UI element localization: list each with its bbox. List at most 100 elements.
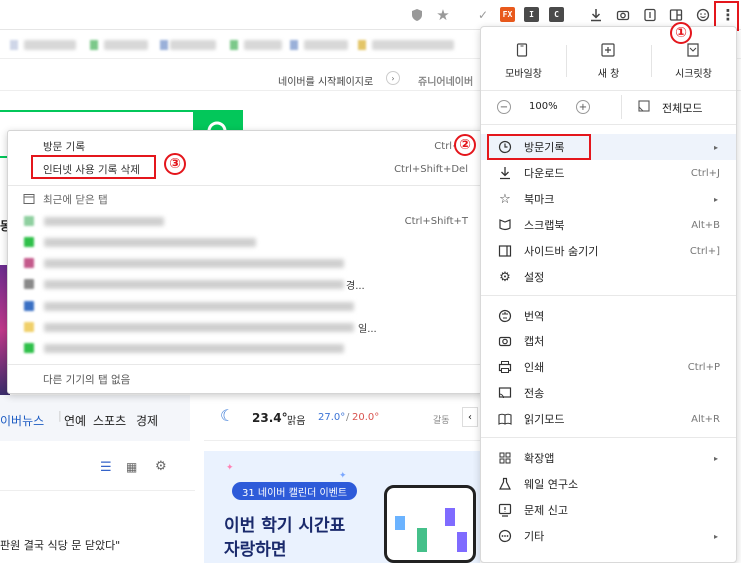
chevron-right-icon: ▸ [713,531,718,541]
i-extension-icon[interactable]: I [524,7,539,22]
menu-item-capture[interactable]: 캡처 [481,328,736,354]
annotation-marker-1: ① [670,22,692,44]
menu-divider [481,90,736,91]
list-view-icon[interactable]: ☰ [100,460,112,475]
no-other-device-label: 다른 기기의 탭 없음 [43,373,131,386]
calendar-promo-banner[interactable]: 31 네이버 캘린더 이벤트 이번 학기 시간표 자랑하면 ✦ ✦ [204,451,480,563]
extensions-label: 확장앱 [524,452,555,465]
download-icon [497,165,513,181]
report-issue-label: 문제 신고 [524,504,568,517]
menu-divider [481,295,736,296]
blurred-tab-title [44,322,354,332]
chevron-right-icon[interactable]: › [386,71,400,85]
flask-icon [497,476,513,492]
tab-entertainment[interactable]: 연예 [64,412,86,429]
junior-naver-link[interactable]: 쥬니어네이버 [418,73,473,88]
bookmark-item[interactable] [304,40,348,50]
bookmark-favicon[interactable] [90,40,98,50]
profile-icon[interactable] [694,6,712,24]
weather-high: 27.0° [318,412,346,423]
recent-tab-item[interactable] [8,337,482,359]
zoom-in-button[interactable]: + [576,100,590,114]
headline-text[interactable]: 판원 결국 식당 문 닫았다" [0,537,120,553]
recent-tab-item[interactable]: 일... [8,316,482,338]
bookmark-item[interactable] [170,40,216,50]
promo-line1: 이번 학기 시간표 [224,516,346,536]
truncated-title-fragment: 경... [346,280,365,292]
menu-item-hide-sidebar[interactable]: 사이드바 숨기기 Ctrl+] [481,238,736,264]
bookmark-favicon[interactable] [358,40,366,50]
fullscreen-icon [638,100,650,112]
fx-extension-icon[interactable]: FX [500,7,515,22]
tab-sports[interactable]: 스포츠 [93,412,126,429]
c-extension-icon[interactable]: C [549,7,564,22]
news-tabs: 이버뉴스 | 연예 스포츠 경제 [0,395,190,441]
reading-mode-label: 읽기모드 [524,413,565,426]
bookmark-item[interactable] [104,40,148,50]
menu-item-scrapbook[interactable]: 스크랩북 Alt+B [481,212,736,238]
bookmark-favicon[interactable] [290,40,298,50]
menu-item-downloads[interactable]: 다운로드 Ctrl+J [481,160,736,186]
menu-item-print[interactable]: 인쇄 Ctrl+P [481,354,736,380]
download-icon[interactable] [587,6,605,24]
menu-item-cast[interactable]: 전송 [481,380,736,406]
gear-icon[interactable]: ⚙ [155,459,167,474]
print-label: 인쇄 [524,361,545,374]
secret-window-button[interactable]: 시크릿창 [651,37,736,85]
cast-label: 전송 [524,387,545,400]
recent-shortcut: Ctrl+Shift+T [404,215,468,227]
menu-item-settings[interactable]: ⚙ 설정 [481,264,736,290]
camera-capture-icon[interactable] [614,6,632,24]
no-other-device-item: 다른 기기의 탭 없음 [8,368,482,390]
menu-item-extensions[interactable]: 확장앱 ▸ [481,445,736,471]
site-favicon [24,258,34,268]
chevron-right-icon: ▸ [713,194,718,204]
start-page-link[interactable]: 네이버를 시작페이지로 [278,73,373,88]
fullscreen-label: 전체모드 [662,102,703,115]
sparkle-icon: ✦ [226,463,234,473]
menu-item-history[interactable]: 방문 기록 Ctrl+H [8,135,482,157]
bookmark-item[interactable] [372,40,454,50]
mobile-window-button[interactable]: 모바일창 [481,37,566,85]
new-window-button[interactable]: 새 창 [566,37,651,85]
grid-view-icon[interactable]: ▦ [126,460,137,474]
tab-economy[interactable]: 경제 [136,412,158,429]
mobile-icon [516,43,528,57]
chevron-right-icon: ▸ [713,142,718,152]
more-label: 기타 [524,530,545,543]
bookmark-item[interactable] [24,40,76,50]
bookmark-item[interactable] [244,40,282,50]
star-bookmark-icon[interactable]: ★ [434,6,452,24]
menu-item-more[interactable]: 기타 ▸ [481,523,736,549]
menu-item-whale-lab[interactable]: 웨일 연구소 [481,471,736,497]
submenu-divider [8,185,482,186]
menu-item-translate[interactable]: 번역 [481,303,736,329]
bookmark-favicon[interactable] [10,40,18,50]
recent-tab-item[interactable] [8,231,482,253]
calendar-block [395,516,405,530]
submenu-divider [8,364,482,365]
recent-tab-item[interactable] [8,252,482,274]
zoom-out-button[interactable]: − [497,100,511,114]
menu-item-bookmarks[interactable]: ☆ 북마크 ▸ [481,186,736,212]
shield-icon[interactable] [408,6,426,24]
tab-icon [23,194,35,204]
menu-item-reading-mode[interactable]: 읽기모드 Alt+R [481,406,736,432]
menu-item-report-issue[interactable]: 문제 신고 [481,497,736,523]
fullscreen-button[interactable]: 전체모드 [636,97,736,117]
check-extension-icon[interactable]: ✓ [474,6,492,24]
bookmark-favicon[interactable] [230,40,238,50]
tab-naver-news[interactable]: 이버뉴스 [0,412,44,429]
main-browser-menu: 모바일창 새 창 시크릿창 − 100% + 전체모드 방문기록 ▸ 다운로드 … [480,26,737,563]
menu-divider [481,124,736,125]
new-window-icon [601,43,615,57]
recent-tab-item[interactable]: Ctrl+Shift+T [8,210,482,232]
reading-icon[interactable] [641,6,659,24]
recent-tab-item[interactable] [8,295,482,317]
bookmark-favicon[interactable] [160,40,168,50]
recent-tab-item[interactable]: 경... [8,273,482,295]
bookmarks-label: 북마크 [524,193,555,206]
site-favicon [24,279,34,289]
weather-prev-button[interactable]: ‹ [462,407,478,427]
secret-window-label: 시크릿창 [675,69,712,80]
